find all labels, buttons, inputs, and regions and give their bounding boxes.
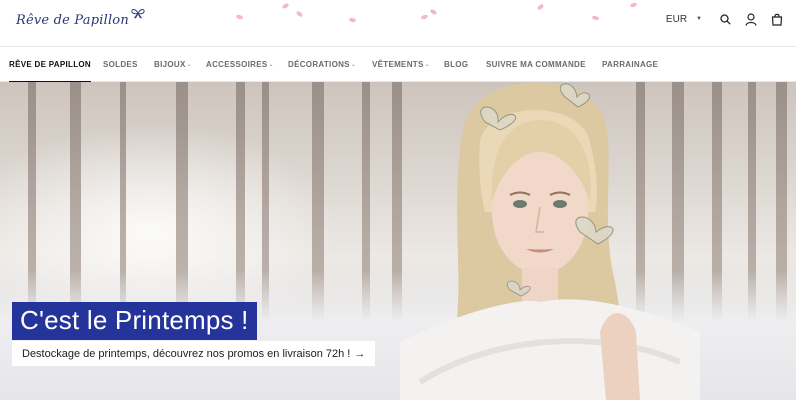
hero-cta-link[interactable]: Destockage de printemps, découvrez nos p… <box>12 341 376 366</box>
nav-item-label: DÉCORATIONS <box>288 60 350 69</box>
nav-item-parrainage[interactable]: PARRAINAGE <box>602 47 658 82</box>
main-navigation: RÊVE DE PAPILLON SOLDES BIJOUX ⌄ ACCESSO… <box>0 46 796 83</box>
hero-heading: C'est le Printemps ! <box>20 305 249 335</box>
nav-item-label: BLOG <box>444 60 469 69</box>
nav-item-label: RÊVE DE PAPILLON <box>9 60 91 69</box>
petal-decoration <box>235 13 244 21</box>
hero-heading-box: C'est le Printemps ! <box>12 302 257 340</box>
petal-decoration <box>591 15 600 21</box>
nav-item-label: VÊTEMENTS <box>372 60 424 69</box>
logo-text: Rêve de Papillon <box>16 12 129 28</box>
caret-down-icon: ▼ <box>696 16 702 22</box>
petal-decoration <box>629 2 638 8</box>
nav-item-accessoires[interactable]: ACCESSOIRES ⌄ <box>206 47 274 82</box>
petal-decoration <box>536 3 545 11</box>
model-photo <box>400 82 700 400</box>
nav-item-decorations[interactable]: DÉCORATIONS ⌄ <box>288 47 356 82</box>
hero-banner[interactable]: C'est le Printemps ! Destockage de print… <box>0 82 796 400</box>
nav-item-label: BIJOUX <box>154 60 186 69</box>
nav-item-label: SUIVRE MA COMMANDE <box>486 60 586 69</box>
nav-item-soldes[interactable]: SOLDES <box>103 47 138 82</box>
nav-item-reve-de-papillon[interactable]: RÊVE DE PAPILLON <box>9 47 91 83</box>
currency-value: EUR <box>665 13 688 25</box>
account-icon[interactable] <box>744 12 758 26</box>
petal-decoration <box>420 13 429 21</box>
nav-item-label: ACCESSOIRES <box>206 60 268 69</box>
petal-decoration <box>348 17 357 23</box>
chevron-down-icon: ⌄ <box>424 62 430 68</box>
chevron-down-icon: ⌄ <box>268 62 274 68</box>
search-icon[interactable] <box>718 12 732 26</box>
nav-item-blog[interactable]: BLOG <box>444 47 468 82</box>
brand-logo[interactable]: Rêve de Papillon <box>16 7 145 33</box>
nav-item-suivre-ma-commande[interactable]: SUIVRE MA COMMANDE <box>486 47 586 82</box>
currency-selector[interactable]: EUR ▼ <box>666 14 702 25</box>
petal-decoration <box>429 8 438 16</box>
chevron-down-icon: ⌄ <box>186 62 192 68</box>
nav-item-bijoux[interactable]: BIJOUX ⌄ <box>154 47 192 82</box>
nav-item-vetements[interactable]: VÊTEMENTS ⌄ <box>372 47 430 82</box>
petal-decoration <box>281 2 290 10</box>
nav-item-label: PARRAINAGE <box>602 60 659 69</box>
cart-icon[interactable] <box>770 12 784 26</box>
site-header: Rêve de Papillon EUR ▼ <box>0 0 796 46</box>
hero-cta-text: Destockage de printemps, découvrez nos p… <box>22 347 351 360</box>
header-tools: EUR ▼ <box>666 10 784 28</box>
arrow-right-icon: → <box>354 347 366 360</box>
petal-decoration <box>295 10 304 18</box>
nav-item-label: SOLDES <box>103 60 138 69</box>
chevron-down-icon: ⌄ <box>350 62 357 68</box>
butterfly-icon <box>131 6 145 24</box>
